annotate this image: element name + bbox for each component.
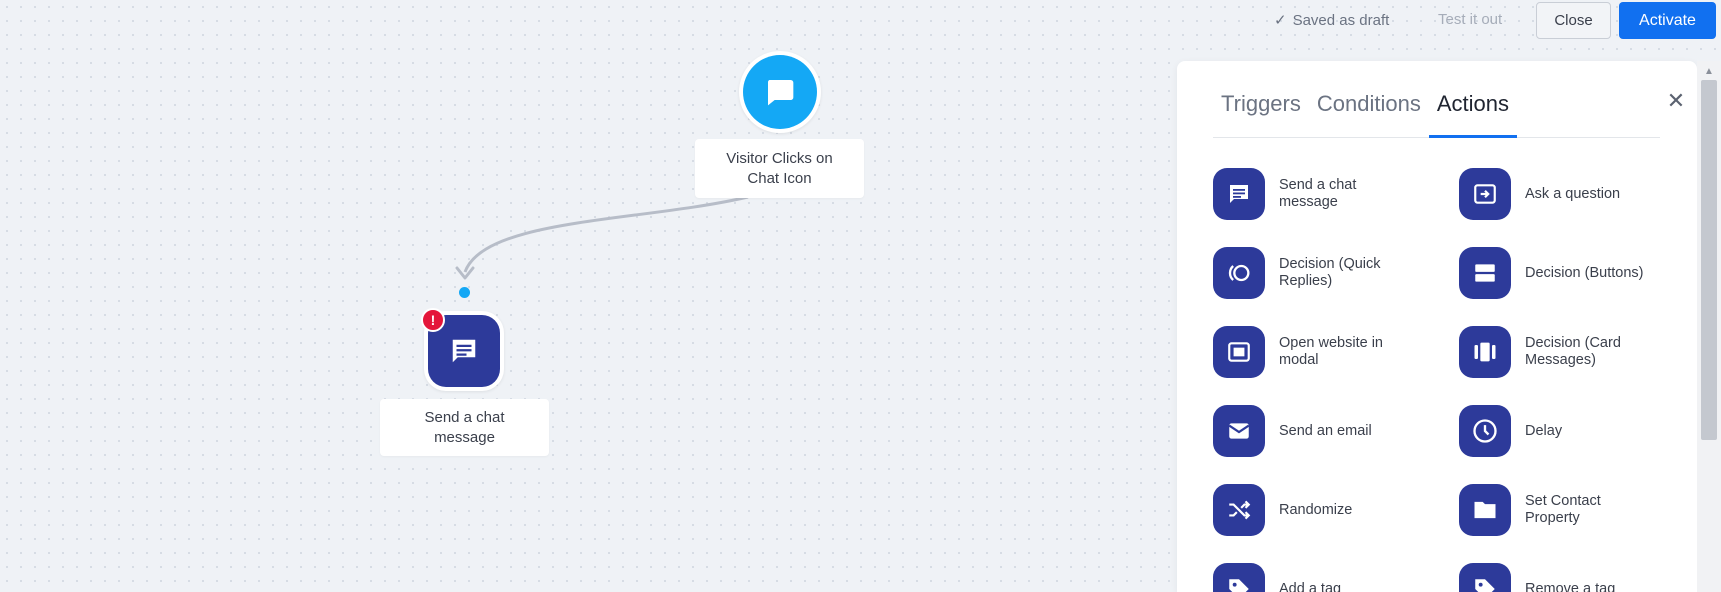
action-item-label: Remove a tag [1525, 580, 1616, 592]
trigger-node-label-text: Visitor Clicks on Chat Icon [726, 149, 833, 187]
message-icon [452, 339, 476, 363]
action-item-label: Send a chat message [1279, 177, 1357, 210]
folder-icon [1459, 484, 1511, 536]
action-item-label: Delay [1525, 422, 1563, 439]
email-icon [1213, 405, 1265, 457]
action-item-decision-buttons[interactable]: Decision (Buttons) [1459, 247, 1684, 299]
input-icon [1459, 168, 1511, 220]
action-item-send-email[interactable]: Send an email [1213, 405, 1438, 457]
action-item-label: Add a tag [1279, 580, 1342, 592]
action-item-ask-question[interactable]: Ask a question [1459, 168, 1684, 220]
action-item-label: Ask a question [1525, 185, 1621, 202]
scroll-up-icon[interactable]: ▲ [1704, 66, 1714, 77]
action-item-decision-quick-replies[interactable]: Decision (Quick Replies) [1213, 247, 1438, 299]
action-item-label: Decision (Card Messages) [1525, 335, 1621, 368]
chat-bubble-icon [767, 80, 794, 106]
trigger-node[interactable] [739, 51, 821, 133]
scrollbar-thumb[interactable] [1701, 80, 1717, 440]
action-item-send-chat-message[interactable]: Send a chat message [1213, 168, 1438, 220]
check-icon: ✓ [1274, 12, 1287, 29]
panel-tabs: Triggers Conditions Actions [1213, 83, 1660, 138]
buttons-icon [1459, 247, 1511, 299]
action-item-label: Decision (Buttons) [1525, 264, 1644, 281]
action-item-open-website-modal[interactable]: Open website in modal [1213, 326, 1438, 378]
action-item-set-contact-property[interactable]: Set Contact Property [1459, 484, 1684, 536]
action-item-label: Set Contact Property [1525, 493, 1601, 526]
modal-icon [1213, 326, 1265, 378]
action-item-label: Send an email [1279, 422, 1372, 439]
activate-button[interactable]: Activate [1619, 2, 1716, 39]
action-item-label: Randomize [1279, 501, 1353, 518]
tag-icon [1459, 563, 1511, 592]
actions-panel: Triggers Conditions Actions ✕ Send a cha… [1177, 61, 1697, 592]
action-node-label[interactable]: Send a chat message [380, 399, 549, 456]
close-button[interactable]: Close [1536, 2, 1611, 39]
action-item-add-tag[interactable]: Add a tag [1213, 563, 1438, 592]
action-item-remove-tag[interactable]: Remove a tag [1459, 563, 1684, 592]
action-item-randomize[interactable]: Randomize [1213, 484, 1438, 536]
saved-status-label: Saved as draft [1292, 11, 1390, 29]
saved-status: ✓ Saved as draft [1274, 11, 1390, 30]
action-item-label: Open website in modal [1279, 335, 1383, 368]
action-item-delay[interactable]: Delay [1459, 405, 1684, 457]
trigger-node-inner [743, 55, 817, 129]
message-icon [1213, 168, 1265, 220]
shuffle-icon [1213, 484, 1265, 536]
tab-conditions[interactable]: Conditions [1309, 83, 1429, 138]
quick-replies-icon [1213, 247, 1265, 299]
clock-icon [1459, 405, 1511, 457]
tab-triggers[interactable]: Triggers [1213, 83, 1309, 138]
tab-actions[interactable]: Actions [1428, 83, 1517, 138]
action-item-decision-card-messages[interactable]: Decision (Card Messages) [1459, 326, 1684, 378]
action-node-label-text: Send a chat message [424, 408, 505, 446]
action-item-label: Decision (Quick Replies) [1279, 256, 1381, 289]
error-badge[interactable]: ! [421, 308, 445, 332]
cards-icon [1459, 326, 1511, 378]
trigger-node-label[interactable]: Visitor Clicks on Chat Icon [695, 139, 864, 198]
tag-icon [1213, 563, 1265, 592]
panel-close-icon[interactable]: ✕ [1664, 88, 1688, 113]
connector-handle[interactable] [459, 287, 470, 298]
test-it-out-button[interactable]: Test it out [1438, 11, 1502, 28]
